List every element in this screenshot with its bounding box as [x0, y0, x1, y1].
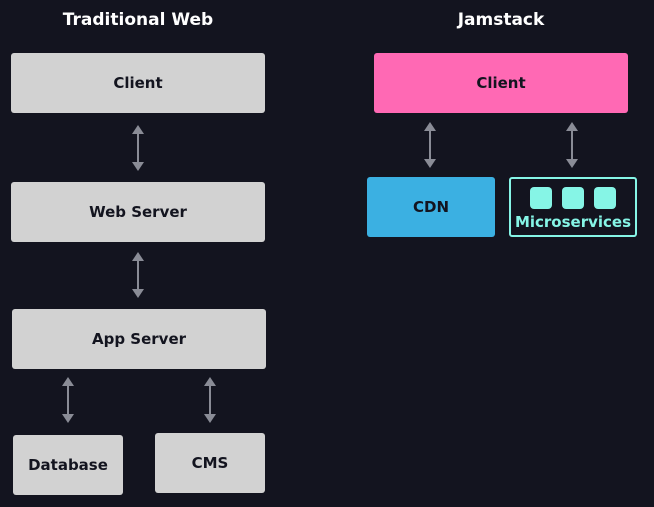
web-server-box: Web Server	[11, 182, 265, 242]
cms-box: CMS	[155, 433, 265, 493]
arrow-client-microservices-icon	[566, 122, 578, 168]
arrow-appserver-database-icon	[62, 377, 74, 423]
database-box: Database	[13, 435, 123, 495]
microservices-label: Microservices	[514, 213, 632, 231]
service-cube-icon	[562, 187, 584, 209]
service-cube-icon	[594, 187, 616, 209]
traditional-web-title: Traditional Web	[62, 10, 214, 30]
traditional-client-box: Client	[11, 53, 265, 113]
service-cube-icon	[530, 187, 552, 209]
jamstack-client-box: Client	[374, 53, 628, 113]
cdn-box: CDN	[367, 177, 495, 237]
microservices-cubes	[530, 187, 616, 209]
microservices-box: Microservices	[509, 177, 637, 237]
arrow-appserver-cms-icon	[204, 377, 216, 423]
arrow-webserver-appserver-icon	[132, 252, 144, 298]
jamstack-title: Jamstack	[457, 10, 545, 30]
arrow-client-cdn-icon	[424, 122, 436, 168]
arrow-client-webserver-icon	[132, 125, 144, 171]
app-server-box: App Server	[12, 309, 266, 369]
